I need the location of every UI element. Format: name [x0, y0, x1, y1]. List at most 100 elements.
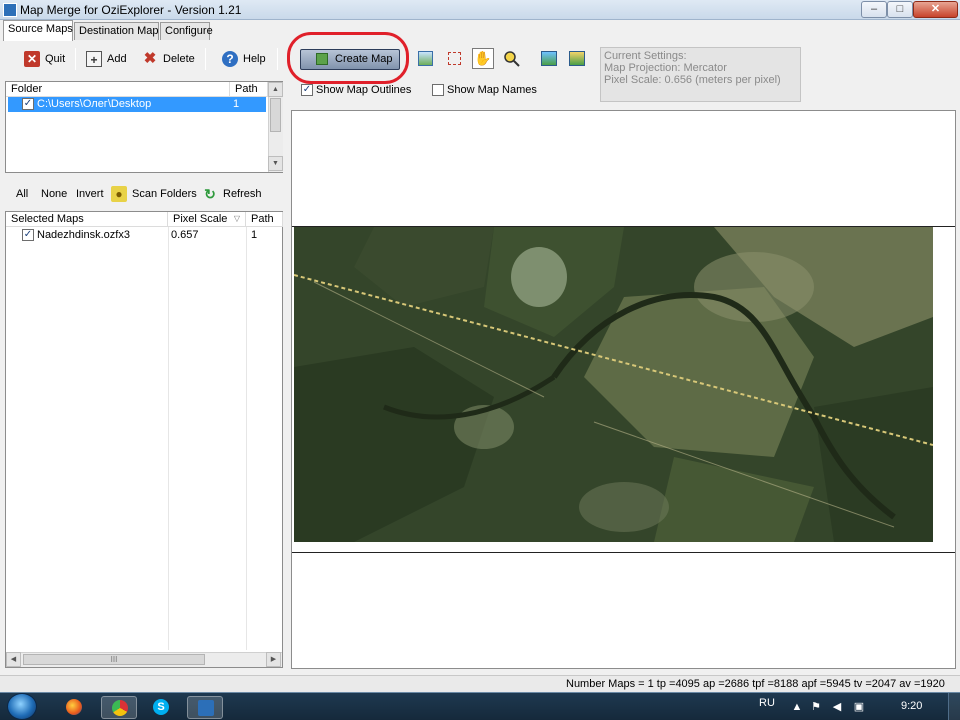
delete-button[interactable]: ✖ Delete [142, 48, 195, 70]
window-title: Map Merge for OziExplorer - Version 1.21 [20, 3, 242, 17]
sort-arrow-icon: ▽ [233, 214, 240, 223]
tray-expand-icon[interactable]: ▲ [791, 701, 803, 713]
toolbar-separator [277, 48, 278, 70]
folder-list-scrollbar[interactable]: ▲ ▼ [268, 82, 283, 172]
help-button[interactable]: ? Help [222, 48, 266, 70]
select-all-button[interactable]: All [16, 183, 28, 205]
invert-selection-button[interactable]: Invert [76, 183, 104, 205]
skype-icon: S [153, 699, 169, 715]
maximize-button[interactable]: □ [887, 1, 913, 18]
add-icon: + [86, 51, 102, 68]
pan-hand-icon[interactable]: ✋ [472, 48, 494, 69]
taskbar-mapmerge[interactable] [187, 696, 223, 719]
add-button[interactable]: + Add [86, 48, 127, 70]
settings-title: Current Settings: [604, 50, 687, 62]
map-checkbox[interactable]: ✓ [22, 229, 34, 242]
taskbar-firefox[interactable] [56, 696, 92, 719]
map-path-index: 1 [251, 229, 258, 241]
show-desktop-button[interactable] [948, 693, 960, 720]
folder-checkbox[interactable]: ✓ [22, 98, 34, 111]
minimize-button[interactable]: – [861, 1, 887, 18]
folder-list: Folder Path ✓ C:\Users\Олег\Desktop 1 ▲ ▼ [5, 81, 283, 173]
language-indicator[interactable]: RU [759, 697, 775, 709]
column-divider [168, 227, 169, 650]
refresh-icon: ↻ [204, 186, 216, 203]
help-icon: ? [222, 51, 238, 68]
status-bar: Number Maps = 1 tp =4095 ap =2686 tpf =8… [0, 675, 960, 692]
zoom-icon[interactable] [503, 50, 520, 67]
show-outlines-check-icon: ✓ [301, 84, 313, 97]
current-settings-panel: Current Settings: Map Projection: Mercat… [600, 47, 801, 102]
taskbar: S RU ▲ ⚑ ◀ ▣ 9:20 [0, 692, 960, 720]
settings-pixel-scale: Pixel Scale: 0.656 (meters per pixel) [604, 74, 781, 86]
select-none-button[interactable]: None [41, 183, 67, 205]
map-row[interactable]: ✓ Nadezhdinsk.ozfx3 0.657 1 [8, 228, 282, 243]
tab-configure[interactable]: Configure [160, 22, 213, 40]
scroll-down-icon[interactable]: ▼ [268, 156, 283, 171]
app-window: Map Merge for OziExplorer - Version 1.21… [0, 0, 960, 692]
map-path-column-header[interactable]: Path [246, 212, 283, 227]
refresh-label: Refresh [223, 188, 262, 200]
tab-destination-map[interactable]: Destination Map [74, 22, 159, 40]
folder-path: C:\Users\Олег\Desktop [37, 98, 152, 110]
show-names-label: Show Map Names [447, 84, 537, 96]
map-name: Nadezhdinsk.ozfx3 [37, 229, 130, 241]
delete-icon: ✖ [143, 50, 157, 68]
show-map-names-checkbox[interactable]: Show Map Names [432, 84, 537, 97]
scroll-right-icon[interactable]: ▶ [266, 652, 281, 667]
action-center-flag-icon[interactable]: ⚑ [810, 701, 822, 713]
create-map-button[interactable]: Create Map [300, 49, 400, 70]
taskbar-chrome[interactable] [101, 696, 137, 719]
folder-column-header[interactable]: Folder [6, 82, 230, 97]
quit-icon: ✕ [24, 51, 40, 68]
tab-source-maps[interactable]: Source Maps [3, 20, 73, 41]
delete-label: Delete [163, 53, 195, 65]
show-map-outlines-checkbox[interactable]: ✓ Show Map Outlines [301, 84, 412, 97]
quit-label: Quit [45, 53, 66, 65]
map-window-icon[interactable] [541, 51, 557, 66]
add-label: Add [107, 53, 127, 65]
satellite-map-graphic [294, 227, 933, 542]
folder-path-index: 1 [233, 98, 240, 110]
clock[interactable]: 9:20 [901, 700, 922, 712]
path-column-header[interactable]: Path [230, 82, 268, 97]
satellite-map-image[interactable] [294, 227, 933, 542]
selected-maps-column-header[interactable]: Selected Maps [6, 212, 168, 227]
pixel-scale-column-header[interactable]: Pixel Scale ▽ [168, 212, 246, 227]
selected-maps-list: Selected Maps Pixel Scale ▽ Path ✓ Nadezh… [5, 211, 283, 668]
taskbar-skype[interactable]: S [143, 696, 179, 719]
title-bar: Map Merge for OziExplorer - Version 1.21… [0, 0, 960, 20]
column-divider [246, 227, 247, 650]
selected-maps-hscrollbar[interactable]: ◀ III ▶ [6, 652, 282, 667]
close-button[interactable]: ✕ [913, 1, 958, 18]
scan-folders-button[interactable]: ● Scan Folders [111, 183, 197, 205]
scroll-thumb[interactable] [270, 98, 281, 132]
chrome-icon [112, 700, 128, 716]
map-export-icon[interactable] [569, 51, 585, 66]
settings-projection: Map Projection: Mercator [604, 62, 727, 74]
folder-row[interactable]: ✓ C:\Users\Олег\Desktop 1 [8, 97, 266, 112]
hscroll-thumb[interactable]: III [23, 654, 205, 665]
show-outlines-label: Show Map Outlines [316, 84, 412, 96]
network-icon[interactable]: ▣ [853, 701, 865, 713]
show-names-check-icon [432, 84, 444, 97]
map-pixel-scale: 0.657 [171, 229, 199, 241]
select-area-icon[interactable] [448, 52, 461, 65]
volume-icon[interactable]: ◀ [831, 701, 843, 713]
mapmerge-icon [198, 700, 214, 716]
scroll-up-icon[interactable]: ▲ [268, 82, 283, 97]
app-icon [3, 3, 17, 17]
refresh-button[interactable]: ↻ Refresh [202, 183, 262, 205]
toolbar-separator [75, 48, 76, 70]
start-button[interactable] [7, 693, 37, 720]
scan-folders-label: Scan Folders [132, 188, 197, 200]
create-map-label: Create Map [335, 53, 393, 65]
map-outline-bottom [292, 552, 955, 553]
firefox-icon [66, 699, 82, 715]
pixel-scale-header-label: Pixel Scale [173, 213, 228, 225]
scroll-left-icon[interactable]: ◀ [6, 652, 21, 667]
help-label: Help [243, 53, 266, 65]
quit-button[interactable]: ✕ Quit [24, 48, 65, 70]
picture-icon[interactable] [418, 51, 433, 66]
toolbar-separator [205, 48, 206, 70]
